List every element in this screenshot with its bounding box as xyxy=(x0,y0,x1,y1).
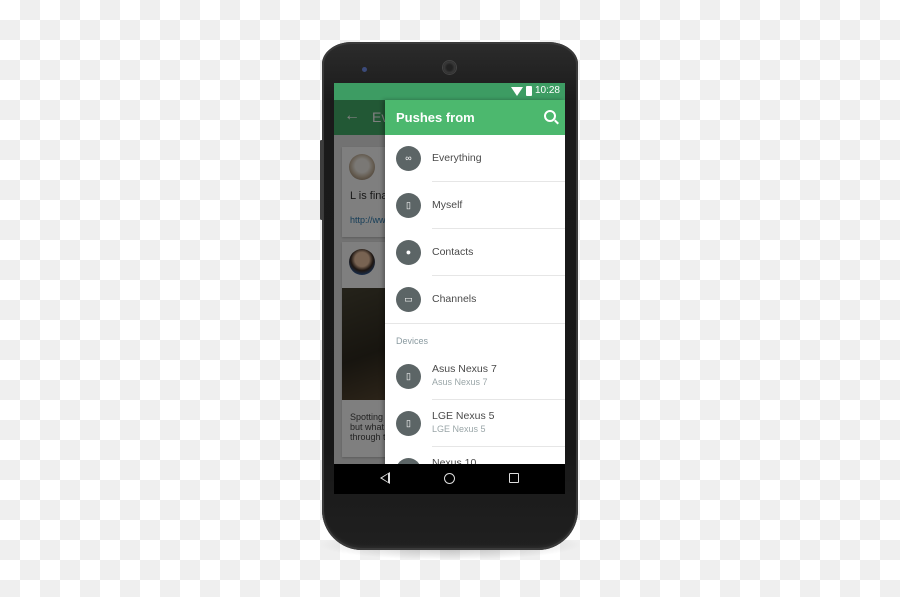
proximity-sensor xyxy=(362,67,367,72)
drawer-item-channels[interactable]: ▭ Channels xyxy=(385,276,565,323)
device-icon: ▯ xyxy=(396,411,421,436)
drawer-item-myself[interactable]: ▯ Myself xyxy=(385,182,565,229)
device-item[interactable]: ▯ LGE Nexus 5 LGE Nexus 5 xyxy=(385,400,565,447)
section-divider xyxy=(385,323,565,324)
tv-icon: ▭ xyxy=(396,287,421,312)
drawer-item-everything[interactable]: ∞ Everything xyxy=(385,135,565,182)
phone-screen: 10:28 ← Ev L is fina http://ww Spotting … xyxy=(334,83,565,494)
search-icon[interactable] xyxy=(544,110,556,122)
system-nav-bar xyxy=(334,464,565,494)
device-subtitle: LGE Nexus 5 xyxy=(432,424,486,434)
status-bar: 10:28 xyxy=(334,83,565,100)
wifi-icon xyxy=(511,87,523,96)
drawer-item-label: Myself xyxy=(432,199,463,211)
recents-icon[interactable] xyxy=(509,473,519,483)
infinity-icon: ∞ xyxy=(396,146,421,171)
device-item[interactable]: ▯ Asus Nexus 7 Asus Nexus 7 xyxy=(385,353,565,400)
person-icon: ● xyxy=(396,240,421,265)
phone-icon: ▯ xyxy=(396,193,421,218)
drawer-item-label: Everything xyxy=(432,152,482,164)
status-time: 10:28 xyxy=(534,85,560,96)
device-subtitle: Asus Nexus 7 xyxy=(432,377,488,387)
section-header-devices: Devices xyxy=(396,336,429,346)
drawer-item-contacts[interactable]: ● Contacts xyxy=(385,229,565,276)
navigation-drawer: Pushes from ∞ Everything ▯ Myself ● Cont… xyxy=(385,100,565,494)
drawer-item-label: Channels xyxy=(432,293,477,305)
home-icon[interactable] xyxy=(444,473,455,484)
front-camera xyxy=(443,61,456,74)
drawer-item-label: Contacts xyxy=(432,246,474,258)
power-button xyxy=(320,140,323,220)
drawer-title: Pushes from xyxy=(396,110,475,125)
device-icon: ▯ xyxy=(396,364,421,389)
device-name: LGE Nexus 5 xyxy=(432,410,495,422)
device-name: Asus Nexus 7 xyxy=(432,363,497,375)
battery-icon xyxy=(526,86,532,96)
drawer-toolbar: Pushes from xyxy=(385,100,565,135)
back-icon[interactable] xyxy=(380,472,390,484)
